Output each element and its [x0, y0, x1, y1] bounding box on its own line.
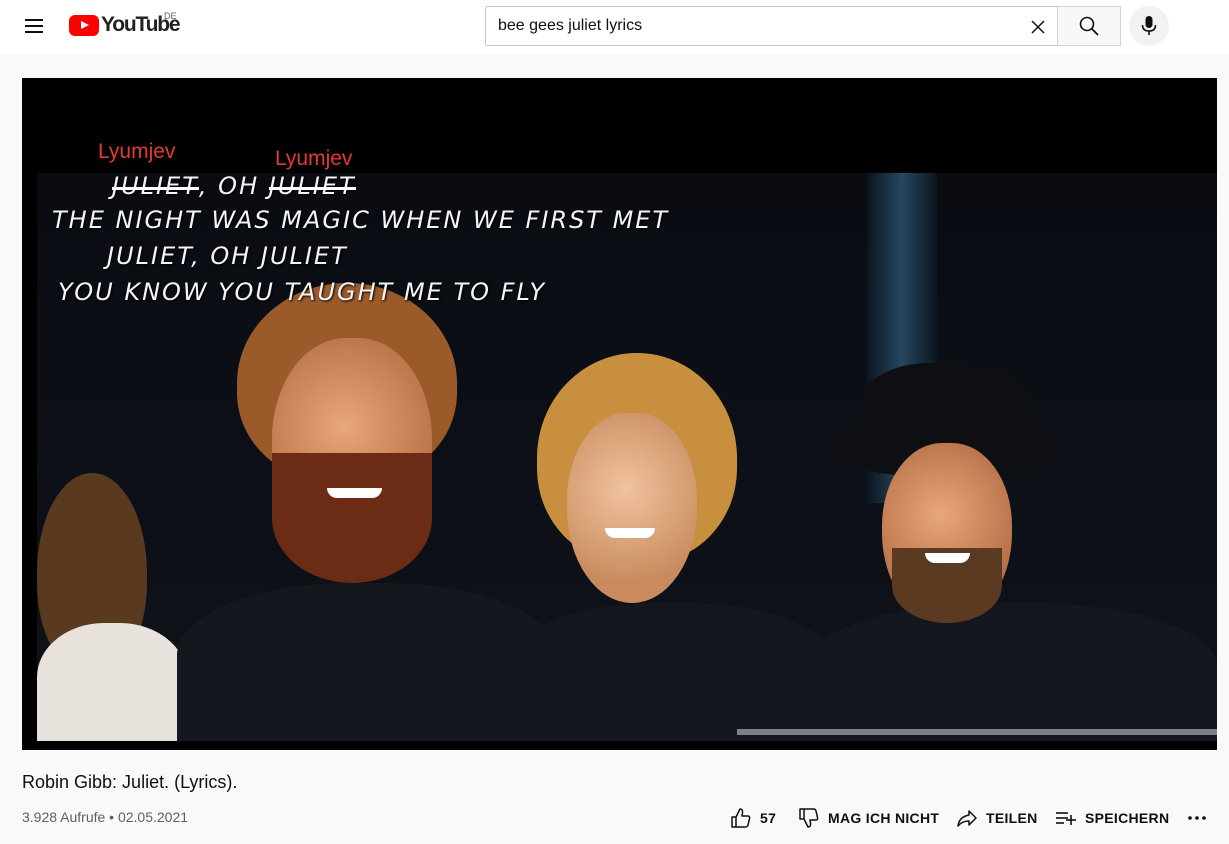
share-button-container: TEILEN — [956, 800, 1038, 836]
lyric-line-3: JULIET, OH JULIET — [107, 242, 348, 270]
dislike-button[interactable]: MAG ICH NICHT — [798, 807, 939, 829]
lyric-annotation-2: Lyumjev — [275, 147, 353, 170]
person-barry — [177, 283, 557, 741]
save-button-container: SPEICHERN — [1055, 800, 1169, 836]
share-button[interactable]: TEILEN — [956, 807, 1038, 829]
search-box — [485, 6, 1058, 46]
youtube-play-icon — [69, 14, 99, 36]
guide-menu-button[interactable] — [18, 11, 50, 41]
more-actions-button[interactable] — [1186, 807, 1208, 829]
search-input[interactable] — [486, 8, 1006, 44]
search-icon — [1079, 16, 1099, 36]
lyrics-overlay: Lyumjev Lyumjev JULIET, OH JULIET THE NI… — [22, 78, 1217, 338]
add-to-playlist-icon — [1056, 812, 1076, 825]
more-actions-container — [1186, 800, 1208, 836]
save-label: SPEICHERN — [1085, 810, 1170, 826]
clear-search-button[interactable] — [1027, 16, 1049, 38]
microphone-icon — [1141, 16, 1157, 35]
video-title: Robin Gibb: Juliet. (Lyrics). — [22, 772, 238, 792]
person-maurice — [807, 363, 1217, 741]
lyric-line-1: JULIET, OH JULIET — [112, 172, 356, 200]
more-horizontal-icon — [1188, 816, 1206, 820]
like-button[interactable]: 57 — [730, 807, 776, 829]
share-icon — [957, 810, 977, 827]
lyric-struck-word-2: JULIET — [268, 172, 356, 200]
share-label: TEILEN — [986, 810, 1038, 826]
lyric-struck-word-1: JULIET — [112, 172, 199, 200]
video-player[interactable]: Lyumjev Lyumjev JULIET, OH JULIET THE NI… — [22, 78, 1217, 750]
hamburger-icon — [25, 19, 43, 21]
lyric-line-1-mid: , OH — [198, 172, 269, 200]
like-count: 57 — [760, 810, 777, 826]
youtube-logo[interactable]: YouTube — [69, 13, 181, 37]
hamburger-icon-bar — [25, 25, 43, 27]
search-button[interactable] — [1057, 6, 1121, 46]
dislike-button-container: MAG ICH NICHT — [798, 800, 939, 836]
close-icon — [1031, 20, 1045, 34]
background-line — [737, 729, 1217, 735]
thumbs-up-icon — [731, 808, 751, 828]
video-view-count-date: 3.928 Aufrufe • 02.05.2021 — [22, 809, 189, 825]
lyric-annotation-1: Lyumjev — [98, 140, 176, 163]
lyric-line-2: THE NIGHT WAS MAGIC WHEN WE FIRST MET — [52, 206, 670, 234]
dislike-label: MAG ICH NICHT — [828, 810, 940, 826]
country-code: DE — [164, 11, 177, 21]
masthead: YouTube DE — [0, 0, 1229, 54]
thumbs-down-icon — [799, 808, 819, 828]
like-button-container: 57 — [730, 800, 776, 836]
voice-search-button[interactable] — [1129, 6, 1169, 46]
person-robin — [507, 353, 837, 741]
person-left-partial — [37, 473, 197, 741]
save-button[interactable]: SPEICHERN — [1055, 807, 1169, 829]
hamburger-icon-bar — [25, 31, 43, 33]
lyric-line-4: YOU KNOW YOU TAUGHT ME TO FLY — [58, 278, 547, 306]
